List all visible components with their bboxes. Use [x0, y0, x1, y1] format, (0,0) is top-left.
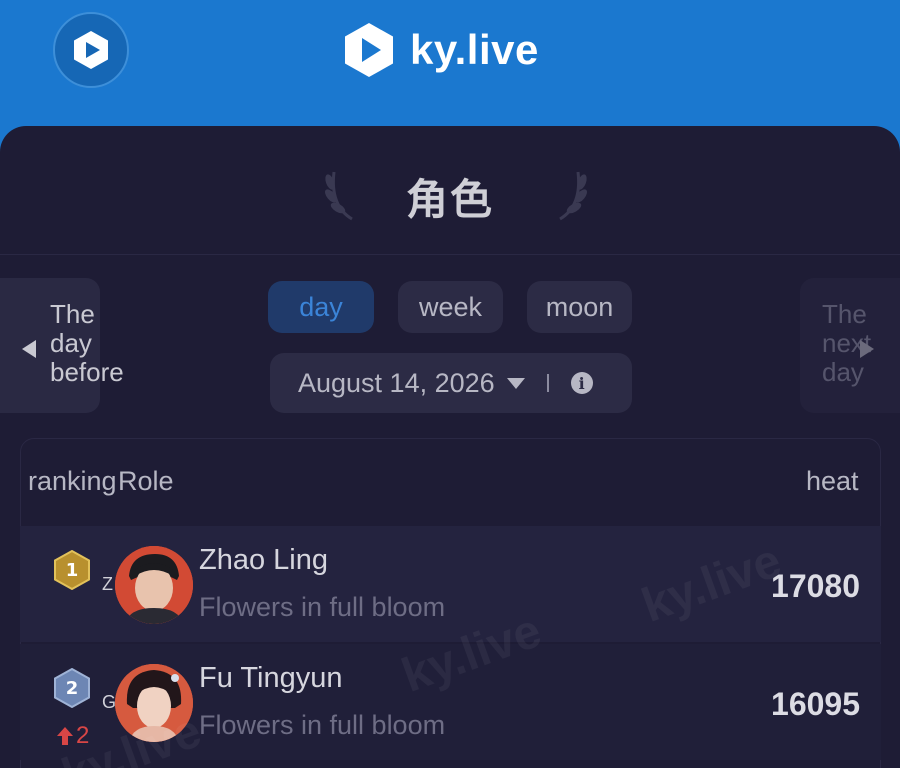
page-title: 角色: [405, 175, 494, 224]
info-icon[interactable]: i: [570, 372, 593, 394]
arrow-up-icon: [57, 727, 73, 745]
previous-day-label: The day before: [50, 299, 124, 387]
previous-day-button[interactable]: The day before: [0, 278, 124, 413]
next-day-button[interactable]: The next day: [800, 278, 900, 413]
rank-change: 2: [56, 722, 89, 750]
app-menu-button[interactable]: [53, 12, 129, 88]
caret-down-icon: [506, 377, 525, 389]
column-header-role: Role: [118, 466, 174, 496]
site-logo[interactable]: ky.live: [342, 18, 539, 82]
chevron-right-icon: [860, 340, 874, 358]
tab-week[interactable]: week: [398, 281, 503, 333]
tab-day[interactable]: day: [268, 281, 374, 333]
role-name[interactable]: Zhao Ling: [199, 544, 328, 577]
role-name[interactable]: Fu Tingyun: [199, 662, 342, 695]
title-row: 角色: [0, 126, 900, 256]
tab-moon[interactable]: moon: [527, 281, 632, 333]
column-header-ranking: ranking: [28, 466, 117, 496]
avatar[interactable]: [115, 664, 193, 742]
laurel-right-icon: [559, 171, 587, 221]
logo-text: ky.live: [410, 26, 539, 73]
ky-live-logo-icon: [345, 23, 393, 77]
heat-value: 17080: [771, 568, 860, 604]
drama-title[interactable]: Flowers in full bloom: [199, 592, 445, 623]
avatar-alt-text: Z: [102, 574, 113, 594]
date-separator: [546, 374, 549, 392]
avatar[interactable]: [115, 546, 193, 624]
column-header-heat: heat: [806, 466, 859, 496]
avatar-portrait-icon: [115, 546, 193, 624]
heat-value: 16095: [771, 686, 860, 722]
drama-title[interactable]: Flowers in full bloom: [199, 710, 445, 741]
table-row[interactable]: 2 2 G Fu Tingyun Flowers in full bloom 1…: [20, 644, 881, 760]
date-value: August 14, 2026: [298, 367, 495, 398]
avatar-portrait-icon: [115, 664, 193, 742]
avatar-alt-text: G: [102, 692, 117, 712]
title-divider: [0, 254, 900, 255]
ranking-panel: 角色 The day before day week moon The next…: [0, 126, 900, 768]
chevron-left-icon: [22, 340, 36, 358]
rank-badge-silver-icon: [54, 668, 90, 708]
table-row[interactable]: 1 Z Zhao Ling Flowers in full bloom 1708…: [20, 526, 881, 642]
rank-change-value: 2: [76, 722, 90, 749]
rank-badge-gold-icon: [54, 550, 90, 590]
play-logo-icon: [74, 31, 108, 69]
date-picker[interactable]: August 14, 2026 i: [270, 353, 632, 413]
